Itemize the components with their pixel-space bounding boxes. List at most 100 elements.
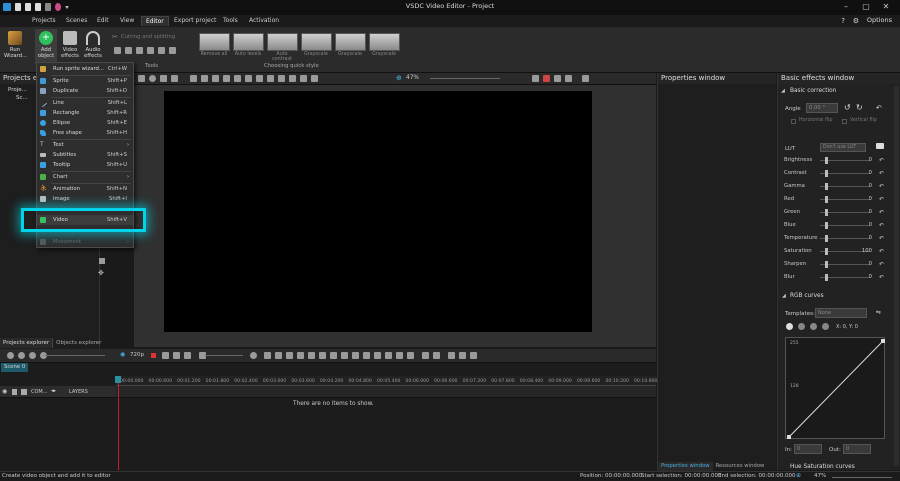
tree-item-project[interactable]: Proje... xyxy=(8,87,27,93)
help-icon[interactable]: ? xyxy=(841,17,845,25)
reset-icon[interactable]: ↶ xyxy=(879,274,884,281)
reset-icon[interactable]: ↶ xyxy=(879,235,884,242)
lut-select[interactable]: Don't use LUT xyxy=(820,143,866,152)
effect-value[interactable]: 0 xyxy=(858,274,872,280)
settings-icon[interactable] xyxy=(582,75,589,82)
resolution-select[interactable]: 720p xyxy=(130,352,144,358)
rotate-right-icon[interactable]: ↻ xyxy=(856,103,863,112)
menu-scenes[interactable]: Scenes xyxy=(62,16,91,26)
menu-item-rectangle[interactable]: Rectangle Shift+R xyxy=(37,108,133,118)
menu-item-image[interactable]: Image Shift+I xyxy=(37,194,133,204)
menu-item-duplicate[interactable]: Duplicate Shift+D xyxy=(37,86,133,96)
slider-knob[interactable] xyxy=(825,274,828,281)
cut-clip-icon[interactable] xyxy=(374,352,381,359)
quick-style-thumb[interactable] xyxy=(369,33,400,51)
preview-eye-icon[interactable]: ◉ xyxy=(120,351,125,358)
channel-green-icon[interactable] xyxy=(810,323,817,330)
menu-item-line[interactable]: Line Shift+L xyxy=(37,98,133,108)
align-middle-icon[interactable] xyxy=(234,75,241,82)
vertical-flip-checkbox[interactable] xyxy=(842,119,847,124)
slider-knob[interactable] xyxy=(825,183,828,190)
next-frame-icon[interactable] xyxy=(330,352,337,359)
templates-select[interactable]: None xyxy=(815,308,867,318)
out-input[interactable]: 0 xyxy=(843,444,871,454)
video-effects-button[interactable]: Video effects xyxy=(59,29,81,65)
effect-value[interactable]: 0 xyxy=(858,235,872,241)
effect-value[interactable]: 0 xyxy=(858,170,872,176)
menu-export-project[interactable]: Export project xyxy=(170,16,220,26)
trim-start-icon[interactable] xyxy=(385,352,392,359)
delete-icon[interactable] xyxy=(407,352,414,359)
step-back-icon[interactable] xyxy=(286,352,293,359)
more-icon[interactable] xyxy=(459,352,466,359)
zoom-slider[interactable] xyxy=(430,78,500,79)
align-center-icon[interactable] xyxy=(201,75,208,82)
collapse-icon[interactable]: ◢ xyxy=(781,88,785,94)
quick-style-thumb[interactable] xyxy=(301,33,332,51)
layer-up-icon[interactable] xyxy=(278,75,285,82)
go-end-icon[interactable] xyxy=(341,352,348,359)
ripple-icon[interactable] xyxy=(422,352,429,359)
distribute-icon[interactable] xyxy=(256,75,263,82)
play-back-icon[interactable] xyxy=(297,352,304,359)
tab-resources-window[interactable]: Resources window xyxy=(713,462,768,471)
effect-value[interactable]: 0 xyxy=(858,209,872,215)
record-button[interactable] xyxy=(151,353,156,358)
in-input[interactable]: 0 xyxy=(794,444,822,454)
tab-properties-window[interactable]: Properties window xyxy=(658,462,713,471)
tree-item-scene[interactable]: Sc... xyxy=(16,95,28,101)
reset-angle-icon[interactable]: ↶ xyxy=(876,104,882,112)
angle-input[interactable]: 0.00 ° xyxy=(806,103,838,113)
fit-icon[interactable] xyxy=(554,75,561,82)
reset-icon[interactable]: ↶ xyxy=(879,196,884,203)
timer-icon[interactable] xyxy=(250,352,257,359)
slider-knob[interactable] xyxy=(825,170,828,177)
trim-tool-icon[interactable] xyxy=(147,47,154,54)
play-range-icon[interactable] xyxy=(162,352,169,359)
split-tool-icon[interactable] xyxy=(136,47,143,54)
split-icon[interactable] xyxy=(363,352,370,359)
effect-value[interactable]: 100 xyxy=(858,248,872,254)
volume-slider[interactable] xyxy=(205,355,243,356)
slider-knob[interactable] xyxy=(825,235,828,242)
move-tool-icon[interactable]: ✥ xyxy=(98,269,104,277)
zoom-fit-icon[interactable] xyxy=(29,352,36,359)
reset-icon[interactable]: ↶ xyxy=(879,157,884,164)
menu-item-text[interactable]: T Text › xyxy=(37,140,133,150)
effect-value[interactable]: 0 xyxy=(858,157,872,163)
align-right-icon[interactable] xyxy=(212,75,219,82)
close-button[interactable]: ✕ xyxy=(876,1,896,13)
effect-value[interactable]: 0 xyxy=(858,183,872,189)
menu-projects[interactable]: Projects xyxy=(28,16,60,26)
audio-effects-button[interactable]: Audio effects xyxy=(82,29,104,65)
quick-style-thumb[interactable] xyxy=(335,33,366,51)
tab-objects-explorer[interactable]: Objects explorer xyxy=(52,338,104,348)
safe-area-icon[interactable] xyxy=(543,75,550,82)
redo-icon[interactable] xyxy=(160,75,167,82)
effect-value[interactable]: 0 xyxy=(858,196,872,202)
cut-icon[interactable]: ✂ xyxy=(112,33,118,41)
slider-knob[interactable] xyxy=(825,209,828,216)
cursor-icon[interactable] xyxy=(138,75,145,82)
menu-item-tooltip[interactable]: Tooltip Shift+U xyxy=(37,160,133,170)
fullscreen-icon[interactable] xyxy=(565,75,572,82)
zoom-in-icon[interactable] xyxy=(7,352,14,359)
reset-icon[interactable]: ↶ xyxy=(879,209,884,216)
menu-tools[interactable]: Tools xyxy=(219,16,242,26)
crop-icon[interactable] xyxy=(300,75,307,82)
effect-value[interactable]: 0 xyxy=(858,261,872,267)
prev-frame-icon[interactable] xyxy=(275,352,282,359)
loop-icon[interactable] xyxy=(184,352,191,359)
effect-value[interactable]: 0 xyxy=(858,222,872,228)
slider-knob[interactable] xyxy=(825,248,828,255)
resize-tool-icon[interactable] xyxy=(125,47,132,54)
channel-all-icon[interactable] xyxy=(786,323,793,330)
menu-item-free-shape[interactable]: Free shape Shift+H xyxy=(37,128,133,138)
basic-correction-header[interactable]: Basic correction xyxy=(790,88,836,94)
undo-icon[interactable] xyxy=(171,75,178,82)
circle-tool-icon[interactable] xyxy=(149,75,156,82)
rotate-left-icon[interactable]: ↺ xyxy=(844,103,851,112)
run-wizard-button[interactable]: Run Wizard... xyxy=(4,29,27,65)
snap-timeline-icon[interactable] xyxy=(433,352,440,359)
menu-item-run-sprite-wizard[interactable]: Run sprite wizard... Ctrl+W xyxy=(37,64,133,74)
